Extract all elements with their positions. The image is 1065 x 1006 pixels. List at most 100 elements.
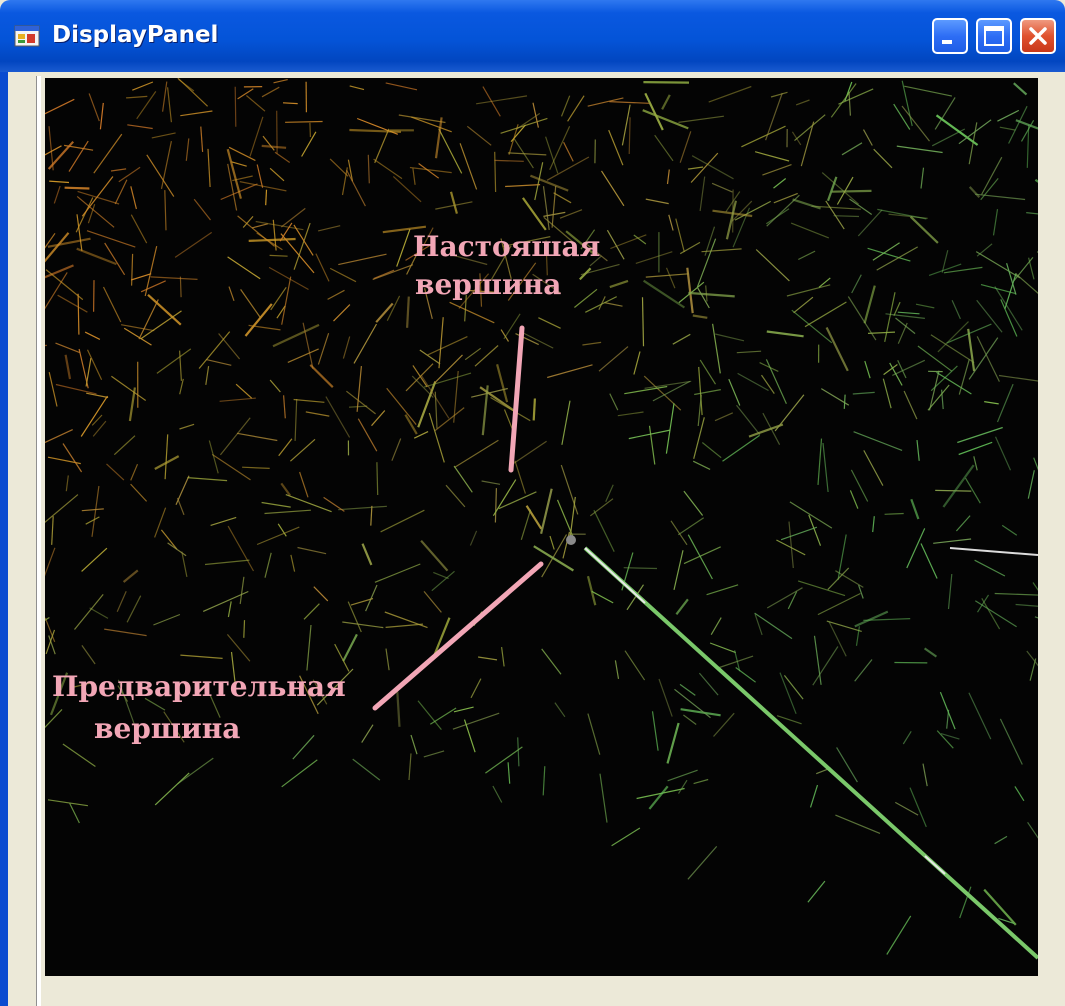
track-plot: [45, 78, 1038, 960]
track-segment: [361, 724, 374, 743]
track-segment: [855, 626, 860, 646]
track-segment: [251, 223, 268, 229]
track-segment: [391, 438, 402, 461]
track-segment: [893, 301, 901, 317]
track-segment: [280, 482, 291, 497]
track-segment: [670, 520, 688, 546]
track-segment: [104, 242, 126, 276]
track-segment: [876, 246, 918, 271]
maximize-button[interactable]: [976, 18, 1012, 54]
track-segment: [737, 372, 769, 392]
track-segment: [975, 251, 1021, 279]
track-segment: [122, 569, 139, 583]
track-segment: [587, 713, 601, 755]
track-segment: [74, 594, 104, 630]
minimize-button[interactable]: [932, 18, 968, 54]
track-segment: [942, 464, 975, 508]
track-segment: [849, 490, 859, 509]
track-segment: [547, 364, 593, 379]
track-segment: [317, 225, 341, 232]
track-segment: [342, 336, 351, 359]
track-segment: [45, 98, 75, 115]
track-segment: [884, 292, 896, 343]
track-segment: [804, 301, 847, 328]
track-segment: [494, 159, 524, 162]
track-segment: [474, 345, 499, 367]
track-segment: [837, 534, 847, 581]
track-segment: [45, 494, 79, 523]
track-segment: [930, 334, 975, 364]
title-bar[interactable]: DisplayPanel: [0, 0, 1065, 72]
track-segment: [560, 95, 571, 117]
track-segment: [968, 692, 992, 740]
track-segment: [692, 460, 711, 470]
track-segment: [825, 200, 845, 230]
track-segment: [306, 624, 312, 671]
track-segment: [438, 128, 463, 174]
track-segment: [45, 429, 73, 444]
track-segment: [206, 359, 232, 366]
track-segment: [994, 286, 1023, 331]
track-segment: [830, 83, 857, 118]
close-icon: [1029, 27, 1047, 45]
track-segment: [906, 528, 926, 569]
track-segment: [705, 285, 708, 302]
track-segment: [65, 475, 69, 492]
track-segment: [136, 91, 157, 120]
track-segment: [131, 253, 134, 286]
track-segment: [927, 384, 950, 411]
main-track: [583, 546, 1038, 960]
track-segment: [329, 158, 349, 177]
track-segment: [984, 401, 999, 405]
right-edge-track: [949, 547, 1038, 556]
track-segment: [1001, 524, 1018, 536]
track-segment: [560, 464, 579, 515]
track-segment: [297, 546, 327, 555]
track-segment: [520, 331, 554, 349]
track-segment: [951, 300, 961, 320]
track-segment: [102, 286, 122, 323]
track-segment: [285, 120, 323, 123]
track-segment: [725, 200, 737, 240]
display-canvas[interactable]: [45, 78, 1038, 976]
track-segment: [299, 471, 309, 498]
track-segment: [624, 650, 646, 681]
close-button[interactable]: [1020, 18, 1056, 54]
track-segment: [144, 245, 158, 297]
track-segment: [153, 613, 181, 626]
track-segment: [146, 154, 175, 197]
track-segment: [1014, 786, 1025, 802]
track-segment: [207, 148, 211, 188]
track-segment: [826, 176, 838, 202]
track-segment: [762, 164, 792, 176]
track-segment: [517, 737, 520, 767]
track-segment: [164, 434, 169, 480]
track-segment: [903, 390, 918, 420]
main-track-highlight: [924, 855, 946, 875]
track-segment: [290, 438, 316, 462]
track-segment: [327, 289, 345, 300]
track-segment: [113, 435, 136, 456]
track-segment: [385, 623, 424, 628]
track-segment: [848, 91, 851, 116]
track-segment: [167, 542, 187, 557]
track-segment: [237, 88, 254, 100]
track-segment: [236, 432, 278, 442]
window-title: DisplayPanel: [52, 22, 219, 48]
track-segment: [667, 769, 698, 782]
window-app-icon[interactable]: [14, 24, 40, 48]
track-segment: [540, 488, 553, 535]
track-segment: [589, 498, 614, 517]
track-segment: [261, 86, 280, 98]
track-segment: [185, 138, 190, 161]
track-segment: [1015, 603, 1038, 607]
track-segment: [305, 411, 330, 417]
track-segment: [920, 543, 938, 579]
track-segment: [827, 567, 850, 591]
track-segment: [996, 383, 1014, 423]
track-segment: [825, 327, 849, 372]
track-segment: [84, 331, 101, 340]
track-segment: [665, 403, 675, 454]
track-segment: [741, 125, 786, 148]
track-segment: [635, 251, 673, 264]
